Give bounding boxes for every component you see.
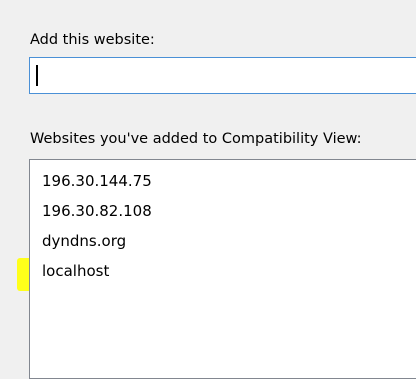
compatibility-list-label: Websites you've added to Compatibility V… <box>30 131 362 147</box>
list-item-site-3[interactable]: dyndns.org <box>40 231 128 251</box>
list-item-site-4[interactable]: localhost <box>40 261 111 281</box>
add-website-label: Add this website: <box>30 32 155 48</box>
text-cursor <box>36 65 38 86</box>
add-website-input[interactable] <box>29 57 416 94</box>
list-item-site-1[interactable]: 196.30.144.75 <box>40 171 154 191</box>
list-item-site-2[interactable]: 196.30.82.108 <box>40 201 154 221</box>
compatibility-sites-list[interactable]: 196.30.144.75 196.30.82.108 dyndns.org l… <box>29 159 416 379</box>
